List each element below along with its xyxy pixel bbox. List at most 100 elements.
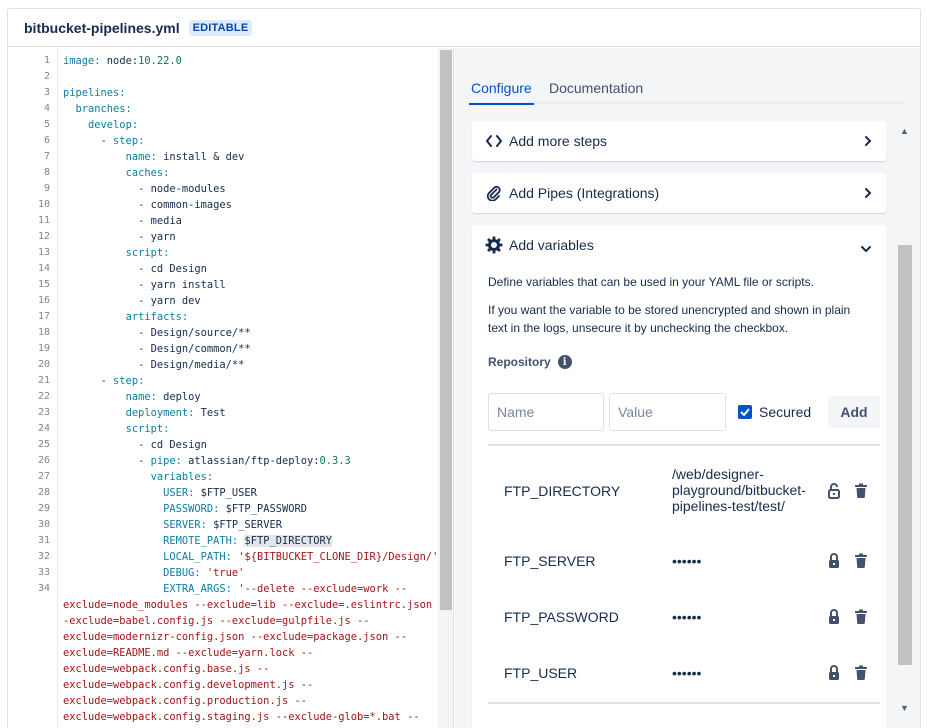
add-variables-card: Add variables Define variables that can … [472, 225, 886, 728]
line-number: 10 [37, 199, 50, 210]
line-number: 24 [37, 423, 50, 434]
code-line: 34 EXTRA_ARGS: '--delete --exclude=work … [8, 581, 440, 597]
panel-scrollbar-thumb[interactable] [898, 245, 912, 665]
code-line: 22 name: deploy [8, 389, 440, 405]
file-header: bitbucket-pipelines.yml EDITABLE [8, 9, 920, 47]
line-number: 5 [43, 119, 50, 130]
scroll-down-arrow-icon[interactable]: ▼ [900, 703, 909, 713]
add-steps-card[interactable]: Add more steps [472, 121, 886, 161]
add-steps-label: Add more steps [509, 133, 608, 149]
lock-icon[interactable] [826, 552, 842, 568]
code-line: 11 - media [8, 213, 440, 229]
trash-icon[interactable] [854, 609, 870, 625]
tab-configure[interactable]: Configure [469, 80, 534, 105]
pipeline-editor-window: bitbucket-pipelines.yml EDITABLE 1 image:… [7, 8, 921, 728]
info-icon[interactable]: i [557, 355, 572, 369]
variable-name-input[interactable] [488, 393, 604, 431]
divider [488, 444, 880, 446]
add-pipes-header[interactable]: Add Pipes (Integrations) [472, 173, 886, 213]
secured-checkbox[interactable] [738, 405, 752, 419]
add-pipes-card[interactable]: Add Pipes (Integrations) [472, 173, 886, 213]
line-number: 22 [37, 391, 50, 402]
editor-scrollbar-thumb[interactable] [440, 50, 452, 610]
code-line: 30 SERVER: $FTP_SERVER [8, 517, 440, 533]
yaml-editor[interactable]: 1 image: node:10.22.0 2 3 pipelines: 4 bra… [8, 48, 454, 728]
trash-icon[interactable] [854, 553, 870, 569]
variable-value-input[interactable] [609, 393, 726, 431]
code-line: 27 variables: [8, 469, 440, 485]
add-steps-header[interactable]: Add more steps [472, 121, 886, 161]
line-number: 11 [37, 215, 50, 226]
line-number: 27 [37, 471, 50, 482]
variable-value: •••••• [672, 553, 702, 569]
variable-row: FTP_DIRECTORY /web/designer-playground/b… [488, 465, 880, 521]
code-line-wrapped: exclude=webpack.config.development.js -- [63, 679, 314, 691]
line-number: 7 [43, 151, 50, 162]
code-line: 19 - Design/common/** [8, 341, 440, 357]
code-line-wrapped: exclude=README.md --exclude=yarn.lock -- [63, 647, 314, 659]
trash-icon[interactable] [854, 483, 870, 499]
code-line: 21 - step: [8, 373, 440, 389]
code-line: 10 - common-images [8, 197, 440, 213]
paperclip-icon [484, 183, 504, 203]
code-area[interactable]: 1 image: node:10.22.0 2 3 pipelines: 4 bra… [8, 53, 445, 725]
trash-icon[interactable] [854, 665, 870, 681]
lock-icon[interactable] [826, 664, 842, 680]
code-icon [484, 131, 504, 151]
file-name: bitbucket-pipelines.yml [24, 19, 180, 36]
code-line-wrapped: exclude=webpack.config.base.js -- [63, 663, 270, 675]
code-line: 7 name: install & dev [8, 149, 440, 165]
tab-documentation[interactable]: Documentation [549, 80, 643, 96]
scroll-up-arrow-icon[interactable]: ▲ [900, 126, 909, 136]
variable-row: FTP_USER •••••• [488, 657, 880, 681]
variable-name: FTP_DIRECTORY [504, 483, 621, 499]
line-number: 16 [37, 295, 50, 306]
line-number: 34 [37, 583, 50, 594]
line-number: 14 [37, 263, 50, 274]
variable-name: FTP_SERVER [504, 553, 596, 569]
code-line: 25 - cd Design [8, 437, 440, 453]
line-number: 25 [37, 439, 50, 450]
line-number: 18 [37, 327, 50, 338]
chevron-right-icon [864, 134, 872, 150]
code-line: 23 deployment: Test [8, 405, 440, 421]
line-number: 20 [37, 359, 50, 370]
editable-badge: EDITABLE [188, 19, 253, 36]
line-number: 28 [37, 487, 50, 498]
code-line: 31 REMOTE_PATH: $FTP_DIRECTORY [8, 533, 440, 549]
line-number: 15 [37, 279, 50, 290]
code-line: 29 PASSWORD: $FTP_PASSWORD [8, 501, 440, 517]
add-variables-label: Add variables [509, 237, 594, 253]
line-number: 30 [37, 519, 50, 530]
code-line: 17 artifacts: [8, 309, 440, 325]
code-line-wrapped: exclude=modernizr-config.json --exclude=… [63, 631, 408, 643]
code-line: 26 - pipe: atlassian/ftp-deploy:0.3.3 [8, 453, 440, 469]
repository-label-text: Repository [488, 355, 551, 369]
line-number: 1 [43, 55, 50, 66]
code-line: 33 DEBUG: 'true' [8, 565, 440, 581]
configure-panel: Configure Documentation Add more steps A… [455, 48, 920, 728]
code-line-wrapped: -exclude=babel.config.js --exclude=gulpf… [63, 615, 370, 627]
chevron-right-icon [864, 186, 872, 202]
line-number: 6 [43, 135, 50, 146]
add-variable-button[interactable]: Add [828, 396, 880, 428]
divider [488, 702, 880, 704]
variable-row: FTP_SERVER •••••• [488, 545, 880, 569]
code-line: 3 pipelines: [8, 85, 440, 101]
variable-value: •••••• [672, 665, 702, 681]
variable-row: FTP_PASSWORD •••••• [488, 601, 880, 625]
line-number: 2 [43, 71, 50, 82]
add-pipes-label: Add Pipes (Integrations) [509, 185, 660, 201]
panel-tabs: Configure Documentation [469, 72, 905, 105]
code-line: 16 - yarn dev [8, 293, 440, 309]
gear-icon [484, 235, 504, 255]
unlock-icon[interactable] [826, 482, 842, 499]
code-line: 24 script: [8, 421, 440, 437]
add-variables-header[interactable]: Add variables [472, 225, 886, 265]
line-number: 29 [37, 503, 50, 514]
variable-name: FTP_USER [504, 665, 578, 681]
code-line: 12 - yarn [8, 229, 440, 245]
lock-icon[interactable] [826, 608, 842, 624]
code-line: 18 - Design/source/** [8, 325, 440, 341]
variable-value: /web/designer-playground/bitbucket-pipel… [672, 466, 806, 514]
